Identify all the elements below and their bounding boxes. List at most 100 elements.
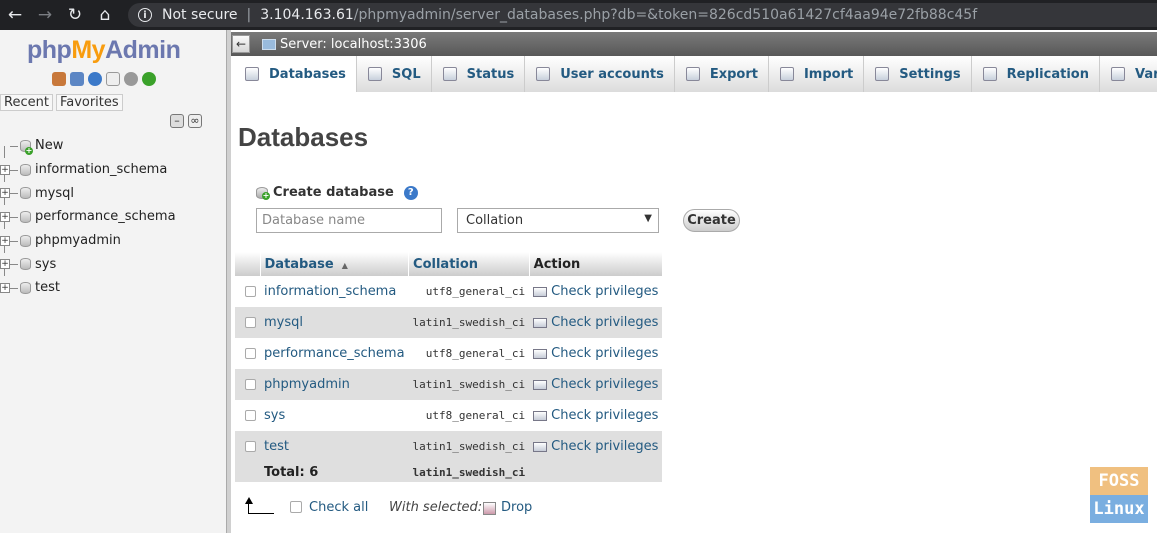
row-checkbox[interactable] — [245, 441, 256, 452]
tab-databases[interactable]: Databases — [234, 56, 357, 92]
collation-select[interactable]: Collation ▼ — [457, 208, 659, 233]
help-icon[interactable] — [88, 72, 102, 86]
tree-item-database[interactable]: + sys — [0, 252, 226, 277]
database-link[interactable]: test — [264, 439, 289, 454]
check-all-label[interactable]: Check all — [309, 500, 368, 515]
tree-item-label[interactable]: test — [35, 280, 60, 295]
reload-navigation-icon[interactable] — [142, 72, 156, 86]
expand-icon[interactable]: + — [0, 283, 10, 294]
forward-button[interactable]: → — [30, 0, 60, 30]
drop-icon[interactable] — [483, 502, 496, 515]
expand-icon[interactable]: + — [0, 164, 10, 175]
tree-item-label[interactable]: performance_schema — [35, 209, 176, 224]
check-privileges-icon[interactable] — [533, 317, 548, 328]
help-icon[interactable]: ? — [403, 185, 418, 200]
collation-selected-value: Collation — [466, 213, 524, 228]
check-privileges-link[interactable]: Check privileges — [551, 377, 658, 392]
tab-label: Settings — [899, 66, 961, 82]
row-checkbox[interactable] — [245, 317, 256, 328]
expand-icon[interactable]: + — [0, 212, 10, 223]
home-icon: ⌂ — [99, 5, 111, 25]
check-privileges-link[interactable]: Check privileges — [551, 284, 658, 299]
database-name-cell: phpmyadmin — [260, 369, 409, 400]
tree-item-label[interactable]: sys — [35, 257, 56, 272]
tab-sql[interactable]: SQL — [356, 56, 432, 92]
back-button[interactable]: ← — [0, 0, 30, 30]
tree-item-database[interactable]: + test — [0, 276, 226, 300]
collation-column-header[interactable]: Collation — [408, 252, 530, 276]
tree-item-label[interactable]: phpmyadmin — [35, 233, 121, 248]
tab-settings[interactable]: Settings — [864, 56, 972, 92]
tree-item-database[interactable]: + mysql — [0, 181, 226, 206]
tab-user-accounts[interactable]: User accounts — [525, 56, 675, 92]
check-privileges-icon[interactable] — [533, 441, 548, 452]
navigation-resizer[interactable] — [226, 30, 231, 533]
recent-tab[interactable]: Recent — [0, 94, 53, 111]
collapse-all-icon[interactable]: – — [170, 114, 184, 128]
fosslinux-watermark: FOSS Linux — [1090, 467, 1148, 523]
check-all-checkbox[interactable] — [290, 501, 302, 513]
home-icon[interactable] — [52, 72, 66, 86]
documentation-icon[interactable] — [106, 72, 120, 86]
tab-variables[interactable]: Variables — [1099, 56, 1157, 92]
expand-icon[interactable]: + — [0, 235, 10, 246]
database-link[interactable]: information_schema — [264, 284, 396, 299]
watermark-top: FOSS — [1090, 467, 1148, 495]
new-database-icon — [256, 186, 270, 200]
arrow-left-icon: ← — [235, 37, 247, 51]
check-privileges-link[interactable]: Check privileges — [551, 408, 658, 423]
check-privileges-link[interactable]: Check privileges — [551, 315, 658, 330]
expand-icon[interactable]: + — [0, 188, 10, 199]
tree-item-database[interactable]: + information_schema — [0, 158, 226, 182]
expand-icon[interactable]: + — [0, 259, 10, 270]
reload-button[interactable]: ↻ — [60, 0, 90, 30]
database-column-header[interactable]: Database ▲ — [260, 252, 410, 276]
action-column-header: Action — [529, 252, 663, 276]
collation-cell: latin1_swedish_ci — [408, 431, 530, 462]
row-checkbox[interactable] — [245, 286, 256, 297]
phpmyadmin-logo[interactable]: phpMyAdmin — [27, 36, 181, 65]
drop-button[interactable]: Drop — [501, 500, 532, 515]
row-checkbox[interactable] — [245, 410, 256, 421]
address-bar[interactable]: i Not secure | 3.104.163.61/phpmyadmin/s… — [128, 3, 1157, 27]
settings-gear-icon[interactable] — [124, 72, 138, 86]
check-privileges-icon[interactable] — [533, 348, 548, 359]
tab-label: Replication — [1006, 66, 1089, 82]
total-empty-cell — [235, 462, 260, 482]
database-link[interactable]: performance_schema — [264, 346, 405, 361]
check-privileges-icon[interactable] — [533, 410, 548, 421]
tree-item-database[interactable]: + performance_schema — [0, 205, 226, 230]
tree-item-label[interactable]: mysql — [35, 186, 74, 201]
select-cell — [235, 431, 260, 462]
favorites-tab[interactable]: Favorites — [55, 94, 123, 111]
check-privileges-icon[interactable] — [533, 286, 548, 297]
tab-status[interactable]: Status — [431, 56, 526, 92]
home-button[interactable]: ⌂ — [90, 0, 120, 30]
tab-replication[interactable]: Replication — [971, 56, 1100, 92]
row-checkbox[interactable] — [245, 379, 256, 390]
tab-export[interactable]: Export — [674, 56, 769, 92]
server-label[interactable]: Server: localhost:3306 — [280, 37, 427, 52]
row-checkbox[interactable] — [245, 348, 256, 359]
collapse-navigation-button[interactable]: ← — [232, 35, 250, 53]
security-status: Not secure — [162, 7, 238, 23]
tree-item-label[interactable]: information_schema — [35, 162, 167, 177]
link-with-main-icon[interactable]: ∞ — [188, 114, 202, 128]
database-name-input[interactable] — [256, 208, 442, 233]
info-icon[interactable]: i — [138, 8, 152, 22]
database-link[interactable]: mysql — [264, 315, 303, 330]
tree-item-new[interactable]: + New — [0, 134, 226, 158]
check-privileges-icon[interactable] — [533, 379, 548, 390]
import-icon — [779, 67, 794, 81]
logout-icon[interactable] — [70, 72, 84, 86]
tab-import[interactable]: Import — [768, 56, 865, 92]
check-privileges-link[interactable]: Check privileges — [551, 439, 658, 454]
tree-item-database[interactable]: + phpmyadmin — [0, 229, 226, 253]
database-link[interactable]: phpmyadmin — [264, 377, 350, 392]
tree-connector-line — [10, 169, 18, 171]
database-link[interactable]: sys — [264, 408, 285, 423]
check-privileges-link[interactable]: Check privileges — [551, 346, 658, 361]
databases-icon — [245, 67, 259, 81]
create-database-button[interactable]: Create — [683, 209, 740, 232]
tree-item-label[interactable]: New — [35, 138, 63, 153]
